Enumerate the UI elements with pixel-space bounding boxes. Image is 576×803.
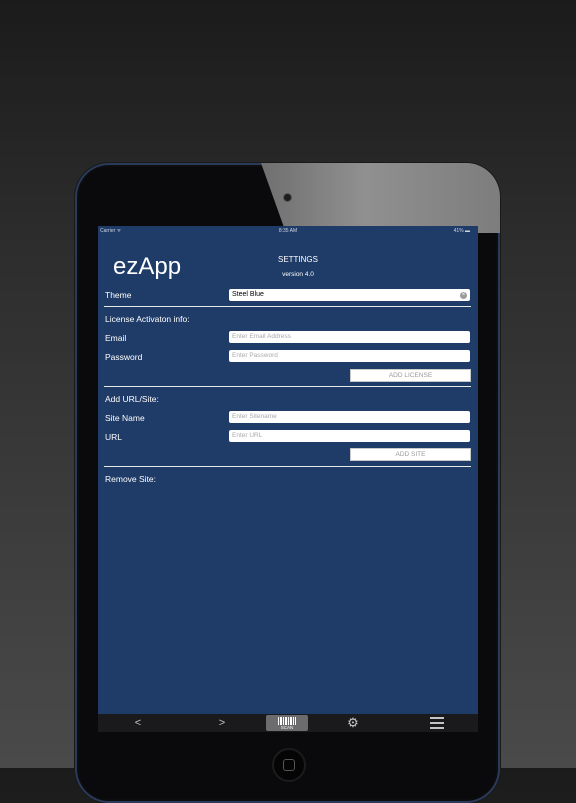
forward-button[interactable]: > bbox=[214, 714, 230, 732]
barcode-icon bbox=[278, 717, 296, 725]
add-site-button[interactable]: ADD SITE bbox=[350, 448, 471, 461]
theme-label: Theme bbox=[105, 290, 132, 300]
remove-site-label: Remove Site: bbox=[105, 474, 157, 484]
page-title: SETTINGS bbox=[277, 255, 318, 264]
clear-icon[interactable]: × bbox=[460, 291, 467, 299]
site-name-field[interactable]: Enter Sitename bbox=[229, 411, 470, 423]
camera-icon bbox=[284, 194, 291, 201]
divider bbox=[104, 306, 471, 307]
password-field[interactable]: Enter Password bbox=[229, 350, 470, 362]
email-label: Email bbox=[105, 333, 127, 343]
bottom-toolbar: < > SCAN ⚙ bbox=[98, 714, 478, 732]
battery-indicator: 41% ▬ bbox=[453, 228, 470, 234]
add-license-button[interactable]: ADD LICENSE bbox=[350, 369, 471, 382]
app-screen: Carrier ᯤ 8:35 AM 41% ▬ ezApp SETTINGS v… bbox=[98, 226, 478, 732]
email-field[interactable]: Enter Email Address bbox=[229, 331, 470, 343]
status-bar: Carrier ᯤ 8:35 AM 41% ▬ bbox=[98, 226, 478, 236]
divider bbox=[104, 386, 471, 387]
theme-value: Steel Blue bbox=[232, 291, 264, 298]
site-name-label: Site Name bbox=[105, 413, 145, 423]
theme-field[interactable]: Steel Blue × bbox=[229, 289, 470, 301]
status-time: 8:35 AM bbox=[278, 228, 298, 234]
url-label: URL bbox=[105, 432, 123, 442]
divider bbox=[104, 466, 471, 467]
home-button[interactable] bbox=[272, 748, 306, 782]
license-section-label: License Activaton info: bbox=[105, 314, 190, 324]
back-button[interactable]: < bbox=[130, 714, 146, 732]
gear-icon[interactable]: ⚙ bbox=[344, 714, 362, 732]
password-label: Password bbox=[105, 352, 143, 362]
home-square-icon bbox=[283, 759, 295, 771]
app-name: ezApp bbox=[113, 253, 182, 280]
url-field[interactable]: Enter URL bbox=[229, 430, 470, 442]
scan-label: SCAN bbox=[280, 725, 294, 730]
menu-icon[interactable] bbox=[430, 717, 444, 729]
site-section-label: Add URL/Site: bbox=[105, 394, 159, 404]
version-text: version 4.0 bbox=[282, 271, 314, 278]
screen-glare bbox=[261, 163, 500, 233]
scan-button[interactable]: SCAN bbox=[266, 715, 308, 731]
